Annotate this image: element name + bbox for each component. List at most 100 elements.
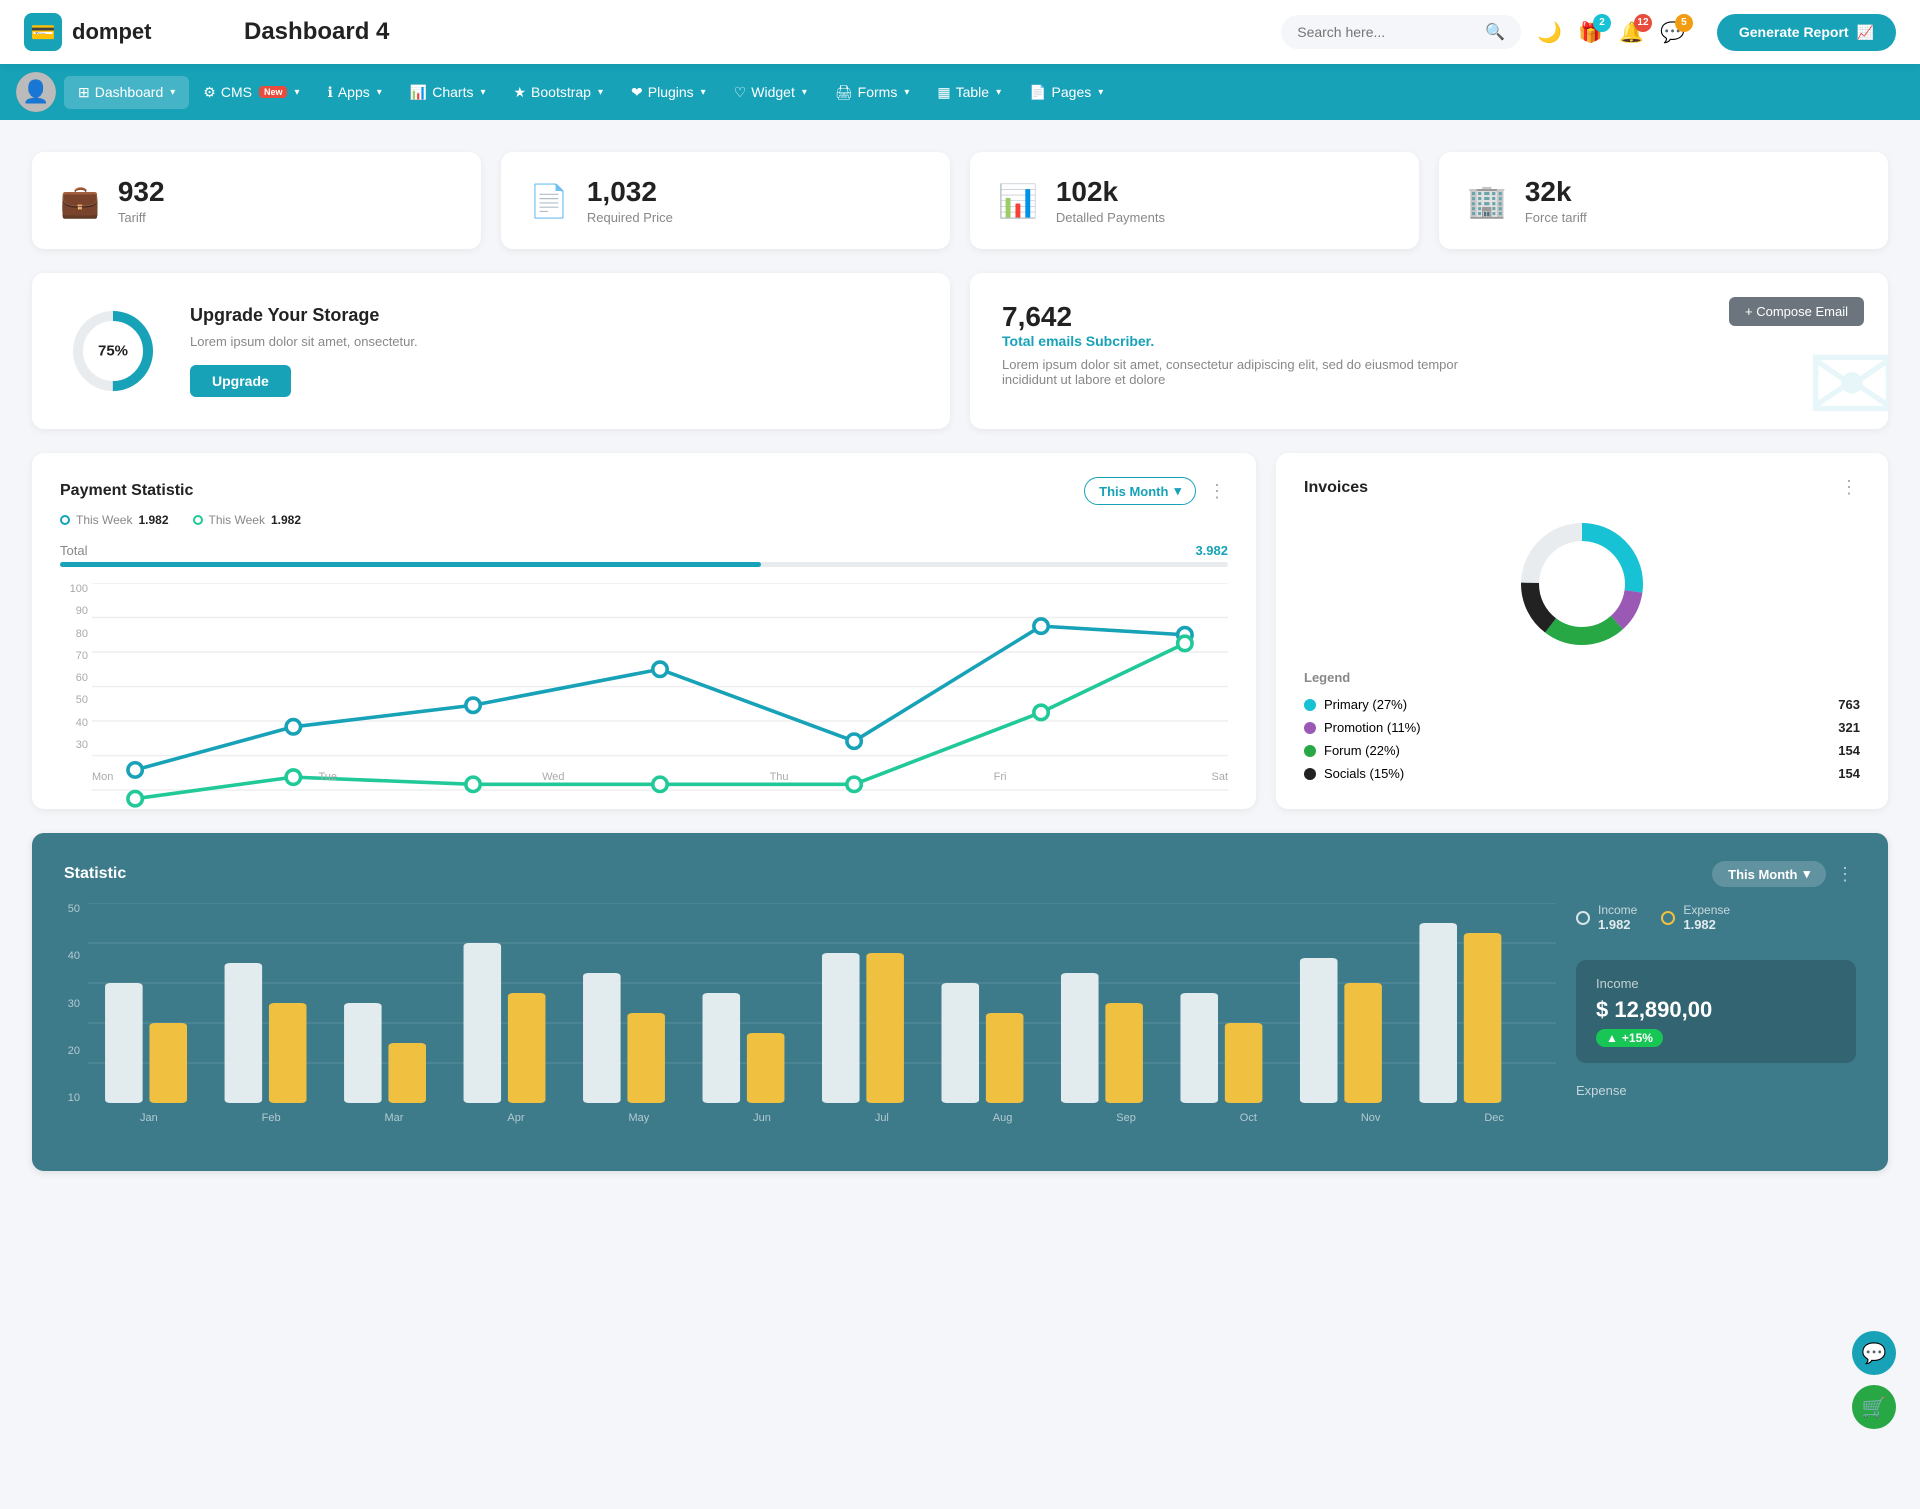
email-count: 7,642 [1002,301,1856,333]
legend-label-forum: Forum (22%) [1324,743,1400,758]
legend-label-socials: Socials (15%) [1324,766,1404,781]
nav-item-dashboard[interactable]: ⊞ Dashboard ▾ [64,76,189,109]
required-price-icon: 📄 [529,182,569,220]
chat-button[interactable]: 💬 5 [1660,20,1685,45]
nav-item-table[interactable]: ▦ Table ▾ [923,76,1015,109]
cms-badge: New [259,86,288,98]
legend-color-promotion [1304,722,1316,734]
search-icon: 🔍 [1485,22,1505,42]
logo-icon: 💳 [24,13,62,51]
tariff-info: 932 Tariff [118,176,165,225]
email-subtitle: Total emails Subcriber. [1002,333,1856,349]
generate-report-button[interactable]: Generate Report 📈 [1717,14,1896,51]
logo: 💳 dompet [24,13,204,51]
line-chart-svg [92,583,1228,827]
bootstrap-icon: ★ [513,84,526,101]
payment-progress-bar [60,562,1228,567]
nav-item-apps[interactable]: ℹ Apps ▾ [314,76,396,109]
nav-label-cms: CMS [221,84,252,100]
statistic-month-label: This Month [1728,867,1797,882]
payment-menu-button[interactable]: ⋮ [1208,481,1228,502]
income-legend-label: Income [1598,903,1637,917]
nav-item-pages[interactable]: 📄 Pages ▾ [1015,76,1117,109]
bell-button[interactable]: 🔔 12 [1619,20,1644,45]
legend-left-forum: Forum (22%) [1304,743,1400,758]
invoices-donut [1304,514,1860,654]
income-legend: Income 1.982 [1576,903,1637,932]
income-legend-dot [1576,911,1590,925]
stat-card-detailed-payments: 📊 102k Detalled Payments [970,152,1419,249]
statistic-menu-button[interactable]: ⋮ [1836,864,1856,885]
storage-title: Upgrade Your Storage [190,305,418,326]
legend-week1-label: This Week [76,513,132,527]
nav-item-charts[interactable]: 📊 Charts ▾ [396,76,500,109]
bar-yaxis: 5040302010 [64,903,88,1124]
generate-report-label: Generate Report [1739,24,1849,40]
income-box-title: Income [1596,976,1836,991]
income-box: Income $ 12,890,00 ▲ +15% [1576,960,1856,1063]
storage-donut: 75% [68,306,158,396]
required-price-info: 1,032 Required Price [587,176,673,225]
detailed-payments-value: 102k [1056,176,1165,208]
plugins-arrow: ▾ [701,87,706,98]
bar-chart-left: 5040302010 [64,903,1556,1143]
cart-fab-button[interactable]: 🛒 [1852,1385,1896,1429]
dashboard-arrow: ▾ [170,87,175,98]
email-card: + Compose Email 7,642 Total emails Subcr… [970,273,1888,429]
payment-chart-area: 10090807060504030 [60,583,1228,783]
table-arrow: ▾ [996,87,1001,98]
nav-label-table: Table [956,84,989,100]
forms-arrow: ▾ [904,87,909,98]
nav-item-bootstrap[interactable]: ★ Bootstrap ▾ [499,76,617,109]
payment-header: Payment Statistic This Month ▾ ⋮ [60,477,1228,505]
x-label-thu: Thu [770,771,789,783]
expense-legend-label: Expense [1683,903,1730,917]
payment-title: Payment Statistic [60,482,193,500]
storage-percent-label: 75% [98,343,128,360]
nav-item-cms[interactable]: ⚙ CMS New ▾ [189,76,313,109]
statistic-month-button[interactable]: This Month ▾ [1712,861,1826,887]
force-tariff-icon: 🏢 [1467,182,1507,220]
stat-cards: 💼 932 Tariff 📄 1,032 Required Price 📊 10… [32,152,1888,249]
payment-progress-fill [60,562,761,567]
gift-button[interactable]: 🎁 2 [1578,20,1603,45]
widget-icon: ♡ [734,84,747,101]
legend-val-primary: 763 [1838,697,1860,712]
chat-fab-button[interactable]: 💬 [1852,1331,1896,1375]
search-input[interactable] [1297,24,1477,40]
total-label: Total [60,543,87,558]
nav-item-widget[interactable]: ♡ Widget ▾ [720,76,821,109]
header-icons: 🌙 🎁 2 🔔 12 💬 5 Generate Report 📈 [1537,14,1896,51]
nav-item-forms[interactable]: 🖨 Forms ▾ [821,76,923,109]
payment-controls: This Month ▾ ⋮ [1084,477,1228,505]
expense-legend: Expense 1.982 [1661,903,1730,932]
total-val: 3.982 [1195,543,1228,558]
bar-xaxis: JanFebMarAprMayJun JulAugSepOctNovDec [88,1112,1556,1124]
nav-label-apps: Apps [338,84,370,100]
legend-dot-week2 [193,515,203,525]
chat-badge: 5 [1675,14,1693,32]
table-icon: ▦ [937,84,950,101]
nav-item-plugins[interactable]: ❤ Plugins ▾ [617,76,720,109]
bar-chart-area: 5040302010 [64,903,1856,1143]
legend-item-promotion: Promotion (11%) 321 [1304,716,1860,739]
legend-color-primary [1304,699,1316,711]
nav-label-widget: Widget [751,84,795,100]
invoices-menu-button[interactable]: ⋮ [1840,477,1860,498]
statistic-month-arrow: ▾ [1803,866,1810,882]
cms-icon: ⚙ [203,84,216,101]
expense-section: Expense [1576,1083,1856,1102]
x-label-mon: Mon [92,771,113,783]
upgrade-button[interactable]: Upgrade [190,365,291,397]
dark-mode-button[interactable]: 🌙 [1537,20,1562,45]
cms-arrow: ▾ [294,87,299,98]
month-select-button[interactable]: This Month ▾ [1084,477,1196,505]
tariff-value: 932 [118,176,165,208]
chart-xaxis: Mon Tue Wed Thu Fri Sat [92,771,1228,783]
legend-val-socials: 154 [1838,766,1860,781]
page-title: Dashboard 4 [244,18,1281,46]
income-badge: ▲ +15% [1596,1029,1663,1047]
nav-avatar: 👤 [16,72,56,112]
legend-item-forum: Forum (22%) 154 [1304,739,1860,762]
nav-label-plugins: Plugins [648,84,694,100]
